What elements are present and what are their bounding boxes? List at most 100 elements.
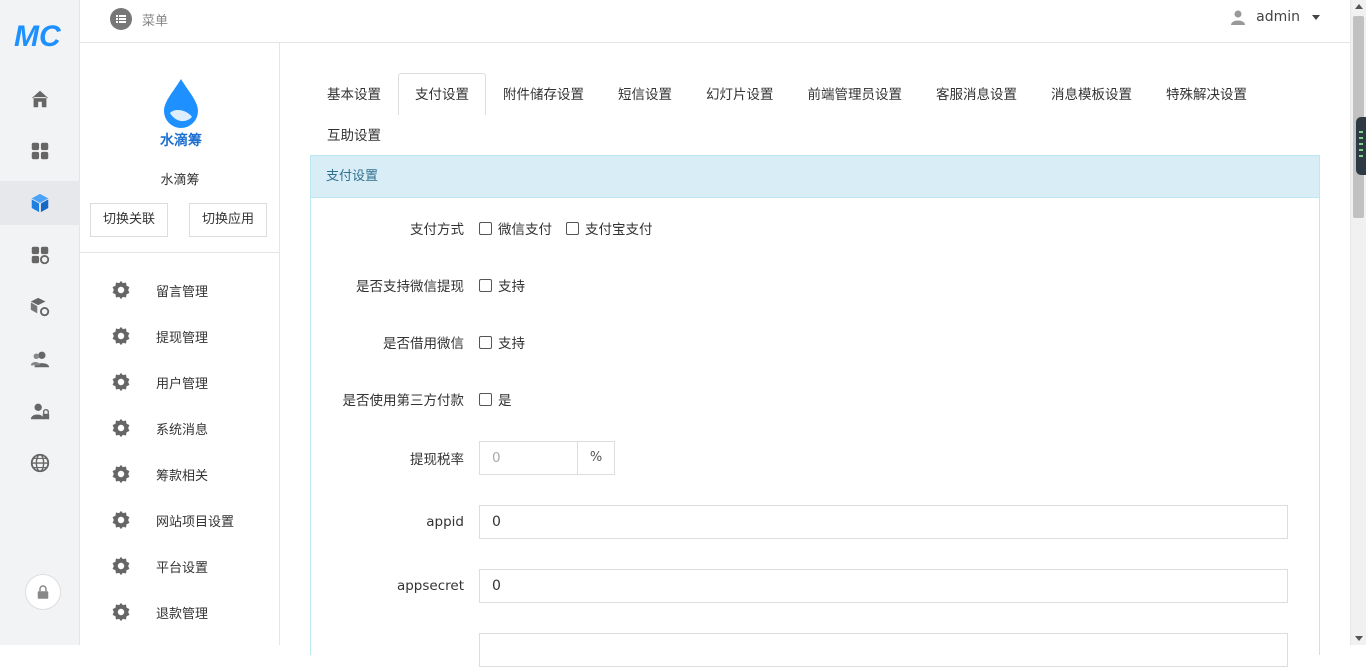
tab-mutual-aid[interactable]: 互助设置: [310, 115, 398, 155]
rail-app-settings[interactable]: [0, 233, 80, 277]
tab-basic[interactable]: 基本设置: [310, 73, 398, 115]
tab-customer-service[interactable]: 客服消息设置: [919, 73, 1034, 115]
next-field-input[interactable]: [479, 633, 1288, 667]
scroll-up-icon[interactable]: [1355, 4, 1363, 9]
checkbox-box[interactable]: [566, 221, 579, 235]
icon-rail: MC: [0, 0, 80, 645]
rail-home[interactable]: [0, 77, 80, 121]
side-item-fundraising[interactable]: 筹款相关: [80, 451, 279, 497]
list-icon: [110, 8, 132, 30]
page-scrollbar[interactable]: [1350, 0, 1366, 645]
third-party-checkbox[interactable]: 是: [479, 389, 512, 409]
wechat-withdraw-label: 是否支持微信提现: [356, 279, 464, 295]
appid-input[interactable]: 0: [479, 505, 1288, 539]
users-icon: [30, 351, 50, 368]
side-item-messages[interactable]: 留言管理: [80, 267, 279, 313]
scroll-down-icon[interactable]: [1355, 636, 1363, 641]
next-field-row: [311, 633, 1319, 667]
gear-icon: [112, 280, 130, 300]
side-item-refunds[interactable]: 退款管理: [80, 589, 279, 635]
appsecret-input[interactable]: 0: [479, 569, 1288, 603]
switch-app-button[interactable]: 切换应用: [189, 203, 268, 237]
side-menu: 留言管理 提现管理 用户管理 系统消息 筹款相关 网站项目设置 平台设置 退款管…: [80, 267, 279, 635]
side-item-system-messages[interactable]: 系统消息: [80, 405, 279, 451]
side-item-label: 留言管理: [156, 284, 209, 300]
tab-message-template[interactable]: 消息模板设置: [1034, 73, 1149, 115]
app-name: 水滴筹: [160, 173, 200, 188]
top-bar: 菜单 admin: [80, 0, 1350, 43]
rail-apps[interactable]: [0, 129, 80, 173]
wechat-pay-checkbox[interactable]: 微信支付: [479, 218, 552, 238]
box-gear-icon: [30, 297, 50, 317]
gear-icon: [112, 510, 130, 530]
menu-toggle[interactable]: 菜单: [110, 8, 168, 30]
brand-logo[interactable]: MC: [14, 20, 66, 50]
panel-title: 支付设置: [311, 156, 1319, 198]
apps-icon: [31, 142, 49, 160]
gear-icon: [112, 602, 130, 622]
user-menu[interactable]: admin: [1230, 9, 1320, 25]
menu-label: 菜单: [142, 13, 169, 29]
svg-text:水滴筹: 水滴筹: [160, 132, 202, 149]
side-item-label: 网站项目设置: [156, 514, 235, 530]
side-item-site-settings[interactable]: 网站项目设置: [80, 497, 279, 543]
alipay-checkbox[interactable]: 支付宝支付: [566, 218, 653, 238]
side-item-label: 提现管理: [156, 330, 209, 346]
tab-special-solution[interactable]: 特殊解决设置: [1149, 73, 1264, 115]
tab-slides[interactable]: 幻灯片设置: [689, 73, 791, 115]
borrow-wechat-row: 是否借用微信 支持: [311, 332, 1319, 352]
checkbox-box[interactable]: [479, 392, 492, 406]
side-item-users[interactable]: 用户管理: [80, 359, 279, 405]
cube-icon: [31, 193, 49, 213]
appid-label: appid: [426, 514, 464, 530]
third-party-row: 是否使用第三方付款 是: [311, 389, 1319, 409]
tab-frontend-admin[interactable]: 前端管理员设置: [791, 73, 920, 115]
pay-method-label: 支付方式: [410, 222, 464, 238]
svg-text:MC: MC: [14, 20, 62, 50]
gear-icon: [112, 372, 130, 392]
gear-icon: [112, 326, 130, 346]
tax-rate-label: 提现税率: [410, 452, 464, 468]
tab-sms[interactable]: 短信设置: [601, 73, 689, 115]
pay-method-row: 支付方式 微信支付 支付宝支付: [311, 218, 1319, 238]
home-icon: [31, 90, 49, 108]
checkbox-box[interactable]: [479, 278, 492, 292]
rail-users[interactable]: [0, 337, 80, 381]
rail-cube[interactable]: [0, 181, 80, 225]
payment-settings-panel: 支付设置 支付方式 微信支付 支付宝支付 是否支持微信提现 支持 是否借用微信: [310, 155, 1320, 667]
tax-rate-input[interactable]: 0: [479, 441, 578, 475]
lock-button[interactable]: [25, 574, 61, 610]
gear-icon: [112, 556, 130, 576]
checkbox-label: 微信支付: [498, 222, 552, 238]
appid-row: appid 0: [311, 505, 1319, 539]
side-widget[interactable]: [1356, 117, 1366, 175]
gear-icon: [112, 464, 130, 484]
tax-rate-row: 提现税率 0 %: [311, 441, 1319, 475]
rail-box-settings[interactable]: [0, 285, 80, 329]
user-name: admin: [1256, 9, 1300, 25]
tab-attachment-storage[interactable]: 附件储存设置: [486, 73, 601, 115]
checkbox-box[interactable]: [479, 335, 492, 349]
wechat-withdraw-checkbox[interactable]: 支持: [479, 275, 525, 295]
side-item-withdraw[interactable]: 提现管理: [80, 313, 279, 359]
side-item-label: 系统消息: [156, 422, 209, 438]
side-item-platform-settings[interactable]: 平台设置: [80, 543, 279, 589]
gear-icon: [112, 418, 130, 438]
user-lock-icon: [30, 403, 50, 420]
user-icon: [1231, 10, 1246, 25]
lock-icon: [37, 585, 49, 599]
rail-globe[interactable]: [0, 441, 80, 485]
main-content: 基本设置 支付设置 附件储存设置 短信设置 幻灯片设置 前端管理员设置 客服消息…: [280, 43, 1350, 667]
borrow-wechat-checkbox[interactable]: 支持: [479, 332, 525, 352]
percent-addon: %: [578, 441, 615, 475]
checkbox-box[interactable]: [479, 221, 492, 235]
tab-payment[interactable]: 支付设置: [398, 73, 486, 115]
rail-user-lock[interactable]: [0, 389, 80, 433]
appsecret-row: appsecret 0: [311, 569, 1319, 603]
borrow-wechat-label: 是否借用微信: [383, 336, 464, 352]
checkbox-label: 是: [498, 393, 512, 409]
side-item-label: 筹款相关: [156, 468, 209, 484]
switch-link-button[interactable]: 切换关联: [90, 203, 169, 237]
side-item-label: 平台设置: [156, 560, 209, 576]
side-item-label: 用户管理: [156, 376, 209, 392]
